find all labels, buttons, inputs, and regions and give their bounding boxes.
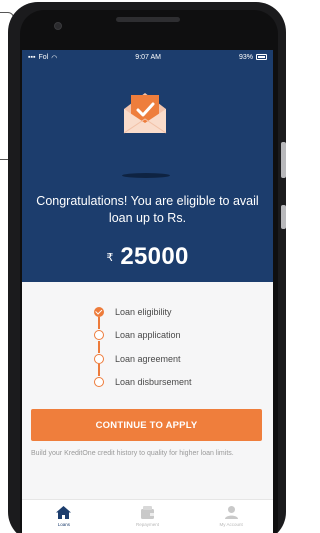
volume-button bbox=[281, 142, 286, 178]
step-pending-icon bbox=[94, 353, 104, 364]
step-loan-agreement: Loan agreement bbox=[94, 347, 192, 371]
camera-icon bbox=[54, 22, 62, 30]
step-pending-icon bbox=[94, 330, 104, 341]
step-label: Loan application bbox=[115, 330, 181, 341]
credit-history-note: Build your KreditOne credit history to q… bbox=[31, 450, 234, 457]
battery-status: 93% bbox=[239, 54, 267, 61]
status-bar: ▪▪▪ Fol ◠ 9:07 AM 93% bbox=[22, 50, 273, 65]
status-time: 9:07 AM bbox=[135, 54, 161, 61]
nav-item-repayment[interactable]: Repayment bbox=[106, 500, 190, 533]
step-loan-application: Loan application bbox=[94, 324, 192, 348]
step-connector bbox=[98, 364, 100, 376]
person-icon bbox=[224, 506, 238, 519]
battery-icon bbox=[256, 54, 267, 61]
nav-item-loans[interactable]: Loans bbox=[22, 500, 106, 533]
step-complete-icon bbox=[94, 306, 104, 317]
eligibility-message: Congratulations! You are eligible to ava… bbox=[36, 194, 259, 225]
step-label: Loan agreement bbox=[115, 353, 181, 364]
nav-label: Repayment bbox=[136, 522, 160, 527]
nav-label: My Account bbox=[219, 522, 243, 527]
nav-item-my-account[interactable]: My Account bbox=[189, 500, 273, 533]
loan-amount-value: 25000 bbox=[120, 243, 189, 270]
step-loan-eligibility: Loan eligibility bbox=[94, 300, 192, 324]
bottom-navigation: Loans Repayment My Account bbox=[22, 499, 273, 533]
loan-steps: Loan eligibility Loan application Loan a… bbox=[94, 300, 192, 394]
step-label: Loan disbursement bbox=[115, 377, 192, 388]
power-button bbox=[281, 205, 286, 229]
home-icon bbox=[56, 506, 72, 519]
wallet-icon bbox=[141, 506, 154, 519]
step-connector bbox=[98, 340, 100, 353]
carrier-label: Fol bbox=[38, 54, 49, 61]
envelope-check-icon bbox=[123, 93, 167, 134]
envelope-shadow bbox=[122, 173, 170, 178]
step-loan-disbursement: Loan disbursement bbox=[94, 371, 192, 395]
step-label: Loan eligibility bbox=[115, 306, 172, 317]
speaker-grille bbox=[116, 17, 180, 22]
nav-label: Loans bbox=[57, 522, 70, 527]
step-pending-icon bbox=[94, 377, 104, 388]
rupee-symbol: ₹ bbox=[106, 251, 114, 264]
signal-icon: ▪▪▪ bbox=[28, 54, 36, 61]
step-connector bbox=[98, 317, 100, 329]
eligibility-hero: Congratulations! You are eligible to ava… bbox=[22, 65, 273, 282]
phone-screen: ▪▪▪ Fol ◠ 9:07 AM 93% Congratulations! Y… bbox=[22, 50, 273, 533]
wifi-icon: ◠ bbox=[51, 54, 58, 62]
loan-amount: ₹ 25000 bbox=[22, 243, 273, 271]
continue-to-apply-button[interactable]: CONTINUE TO APPLY bbox=[31, 409, 262, 441]
